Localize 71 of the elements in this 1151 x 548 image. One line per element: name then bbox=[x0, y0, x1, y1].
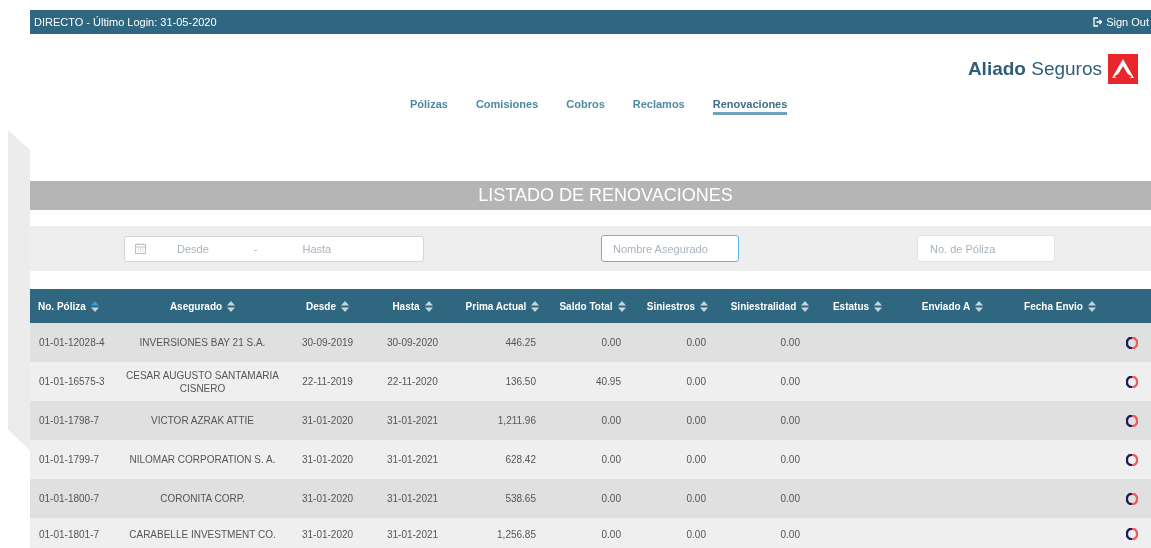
start-date-cell: 31-01-2020 bbox=[301, 454, 354, 465]
premium-cell: 628.42 bbox=[505, 454, 536, 465]
policy-number-cell: 01-01-12028-4 bbox=[39, 337, 105, 348]
insured-name-cell: VICTOR AZRAK ATTIE bbox=[151, 415, 254, 426]
column-header[interactable]: Desde bbox=[306, 300, 349, 312]
insured-name-cell: CORONITA CORP. bbox=[160, 493, 245, 504]
loss-ratio-cell: 0.00 bbox=[780, 337, 800, 348]
claims-cell: 0.00 bbox=[686, 493, 706, 504]
loss-ratio-cell: 0.00 bbox=[780, 493, 800, 504]
ring-icon[interactable] bbox=[1126, 492, 1138, 505]
loss-ratio-cell: 0.00 bbox=[780, 529, 800, 540]
policy-number-cell: 01-01-1800-7 bbox=[39, 493, 100, 504]
nav-tab[interactable]: Renovaciones bbox=[712, 98, 788, 115]
start-date-cell: 31-01-2020 bbox=[301, 415, 354, 426]
premium-cell: 1,211.96 bbox=[497, 415, 536, 426]
premium-cell: 136.50 bbox=[505, 376, 536, 387]
balance-cell: 40.95 bbox=[595, 376, 621, 387]
balance-cell: 0.00 bbox=[601, 529, 621, 540]
column-header[interactable]: Enviado A bbox=[921, 300, 984, 312]
policy-number-cell: 01-01-16575-3 bbox=[39, 376, 105, 387]
loss-ratio-cell: 0.00 bbox=[780, 454, 800, 465]
premium-cell: 446.25 bbox=[505, 337, 536, 348]
claims-cell: 0.00 bbox=[686, 376, 706, 387]
brand-name: Aliado Seguros bbox=[967, 58, 1102, 80]
list-title: LISTADO DE RENOVACIONES bbox=[30, 181, 1151, 210]
loss-ratio-cell: 0.00 bbox=[780, 376, 800, 387]
insured-name-cell: CARABELLE INVESTMENT CO. bbox=[129, 529, 276, 540]
policy-number-cell: 01-01-1799-7 bbox=[39, 454, 100, 465]
nav-tab[interactable]: Cobros bbox=[566, 98, 605, 115]
search-field[interactable]: Nombre Asegurado bbox=[601, 235, 739, 262]
policy-number-cell: 01-01-1798-7 bbox=[39, 415, 100, 426]
ring-icon[interactable] bbox=[1126, 336, 1138, 349]
ring-icon[interactable] bbox=[1126, 528, 1138, 540]
policy-number-cell: 01-01-1801-7 bbox=[39, 529, 100, 540]
claims-cell: 0.00 bbox=[686, 337, 706, 348]
sign-out-link[interactable]: Sign Out bbox=[1093, 16, 1151, 28]
nav-tab[interactable]: Reclamos bbox=[632, 98, 685, 115]
ring-icon[interactable] bbox=[1126, 375, 1138, 388]
calendar-icon bbox=[135, 243, 146, 254]
end-date-cell: 31-01-2021 bbox=[386, 529, 439, 540]
end-date-cell: 22-11-2020 bbox=[387, 376, 438, 387]
balance-cell: 0.00 bbox=[601, 337, 621, 348]
start-date-cell: 31-01-2020 bbox=[301, 493, 354, 504]
premium-cell: 538.65 bbox=[505, 493, 536, 504]
claims-cell: 0.00 bbox=[686, 454, 706, 465]
column-header[interactable]: Hasta bbox=[392, 300, 433, 312]
insured-name-cell: NILOMAR CORPORATION S. A. bbox=[129, 454, 276, 465]
insured-name-cell: INVERSIONES BAY 21 S.A. bbox=[139, 337, 266, 348]
ring-icon[interactable] bbox=[1126, 453, 1138, 466]
end-date-cell: 31-01-2021 bbox=[386, 493, 439, 504]
column-header[interactable]: Asegurado bbox=[169, 300, 236, 312]
session-info: DIRECTO - Último Login: 31-05-2020 bbox=[34, 16, 217, 28]
claims-cell: 0.00 bbox=[686, 415, 706, 426]
start-date-cell: 31-01-2020 bbox=[301, 529, 354, 540]
start-date-cell: 30-09-2019 bbox=[301, 337, 354, 348]
nav-tab[interactable]: Pólizas bbox=[410, 98, 448, 115]
balance-cell: 0.00 bbox=[601, 454, 621, 465]
balance-cell: 0.00 bbox=[601, 415, 621, 426]
premium-cell: 1,256.85 bbox=[497, 529, 536, 540]
end-date-cell: 31-01-2021 bbox=[386, 415, 439, 426]
end-date-cell: 30-09-2020 bbox=[386, 337, 439, 348]
end-date-cell: 31-01-2021 bbox=[386, 454, 439, 465]
insured-name-cell: CESAR AUGUSTO SANTAMARIA CISNERO bbox=[126, 369, 279, 394]
start-date-cell: 22-11-2019 bbox=[302, 376, 353, 387]
balance-cell: 0.00 bbox=[601, 493, 621, 504]
sign-out-icon bbox=[1093, 17, 1103, 27]
nav-tab[interactable]: Comisiones bbox=[475, 98, 539, 115]
claims-cell: 0.00 bbox=[686, 529, 706, 540]
loss-ratio-cell: 0.00 bbox=[780, 415, 800, 426]
ring-icon[interactable] bbox=[1126, 414, 1138, 427]
logo-icon bbox=[1108, 54, 1138, 84]
